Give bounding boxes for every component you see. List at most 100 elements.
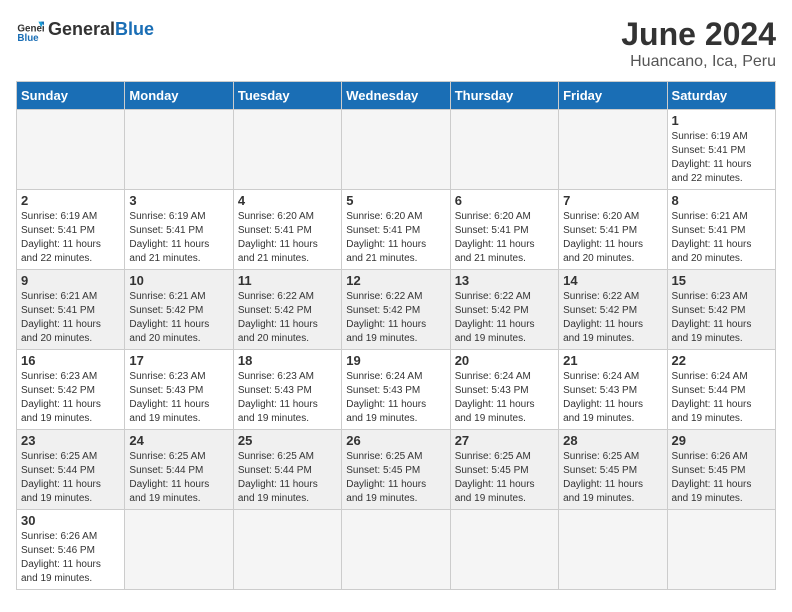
day-number: 8: [672, 193, 771, 208]
day-number: 28: [563, 433, 662, 448]
day-number: 30: [21, 513, 120, 528]
calendar-week-row: 2 Sunrise: 6:19 AM Sunset: 5:41 PM Daylig…: [17, 190, 776, 270]
calendar-cell: [450, 510, 558, 590]
day-info: Sunrise: 6:23 AM Sunset: 5:43 PM Dayligh…: [129, 370, 228, 426]
day-number: 21: [563, 353, 662, 368]
day-header-sunday: Sunday: [17, 82, 125, 110]
day-number: 23: [21, 433, 120, 448]
calendar-week-row: 1 Sunrise: 6:19 AM Sunset: 5:41 PM Daylig…: [17, 110, 776, 190]
page-header: General Blue GeneralBlue June 2024 Huanc…: [16, 16, 776, 71]
logo-text: GeneralBlue: [48, 20, 154, 40]
calendar-cell: 18Sunrise: 6:23 AM Sunset: 5:43 PM Dayli…: [233, 350, 341, 430]
day-info: Sunrise: 6:19 AM Sunset: 5:41 PM Dayligh…: [129, 210, 228, 266]
calendar-cell: 1 Sunrise: 6:19 AM Sunset: 5:41 PM Daylig…: [667, 110, 775, 190]
day-number: 13: [455, 273, 554, 288]
day-number: 2: [21, 193, 120, 208]
day-number: 17: [129, 353, 228, 368]
day-info: Sunrise: 6:21 AM Sunset: 5:41 PM Dayligh…: [672, 210, 771, 266]
day-info: Sunrise: 6:24 AM Sunset: 5:43 PM Dayligh…: [455, 370, 554, 426]
day-number: 27: [455, 433, 554, 448]
day-header-saturday: Saturday: [667, 82, 775, 110]
calendar-cell: [559, 510, 667, 590]
calendar-cell: 9Sunrise: 6:21 AM Sunset: 5:41 PM Daylig…: [17, 270, 125, 350]
day-info: Sunrise: 6:25 AM Sunset: 5:45 PM Dayligh…: [563, 450, 662, 506]
day-info: Sunrise: 6:22 AM Sunset: 5:42 PM Dayligh…: [238, 290, 337, 346]
day-header-tuesday: Tuesday: [233, 82, 341, 110]
calendar-cell: 24 Sunrise: 6:25 AM Sunset: 5:44 PM Dayli…: [125, 430, 233, 510]
day-number: 5: [346, 193, 445, 208]
calendar-header-row: SundayMondayTuesdayWednesdayThursdayFrid…: [17, 82, 776, 110]
calendar-cell: [233, 110, 341, 190]
calendar-cell: [559, 110, 667, 190]
calendar-cell: [342, 110, 450, 190]
calendar-cell: 11Sunrise: 6:22 AM Sunset: 5:42 PM Dayli…: [233, 270, 341, 350]
calendar-cell: 20 Sunrise: 6:24 AM Sunset: 5:43 PM Dayli…: [450, 350, 558, 430]
calendar-cell: 30 Sunrise: 6:26 AM Sunset: 5:46 PM Dayli…: [17, 510, 125, 590]
calendar-cell: 3Sunrise: 6:19 AM Sunset: 5:41 PM Daylig…: [125, 190, 233, 270]
day-header-wednesday: Wednesday: [342, 82, 450, 110]
calendar-cell: 15 Sunrise: 6:23 AM Sunset: 5:42 PM Dayli…: [667, 270, 775, 350]
calendar-week-row: 23 Sunrise: 6:25 AM Sunset: 5:44 PM Dayli…: [17, 430, 776, 510]
day-info: Sunrise: 6:20 AM Sunset: 5:41 PM Dayligh…: [563, 210, 662, 266]
calendar-cell: 17 Sunrise: 6:23 AM Sunset: 5:43 PM Dayli…: [125, 350, 233, 430]
day-info: Sunrise: 6:20 AM Sunset: 5:41 PM Dayligh…: [346, 210, 445, 266]
day-info: Sunrise: 6:26 AM Sunset: 5:46 PM Dayligh…: [21, 530, 120, 586]
day-info: Sunrise: 6:20 AM Sunset: 5:41 PM Dayligh…: [238, 210, 337, 266]
day-number: 22: [672, 353, 771, 368]
title-block: June 2024 Huancano, Ica, Peru: [621, 16, 776, 71]
month-title: June 2024: [621, 16, 776, 53]
calendar-cell: 5 Sunrise: 6:20 AM Sunset: 5:41 PM Daylig…: [342, 190, 450, 270]
day-number: 9: [21, 273, 120, 288]
day-info: Sunrise: 6:23 AM Sunset: 5:42 PM Dayligh…: [672, 290, 771, 346]
day-number: 7: [563, 193, 662, 208]
day-number: 18: [238, 353, 337, 368]
day-info: Sunrise: 6:20 AM Sunset: 5:41 PM Dayligh…: [455, 210, 554, 266]
calendar-cell: 29Sunrise: 6:26 AM Sunset: 5:45 PM Dayli…: [667, 430, 775, 510]
calendar-week-row: 30 Sunrise: 6:26 AM Sunset: 5:46 PM Dayli…: [17, 510, 776, 590]
day-number: 15: [672, 273, 771, 288]
day-info: Sunrise: 6:25 AM Sunset: 5:44 PM Dayligh…: [21, 450, 120, 506]
day-info: Sunrise: 6:22 AM Sunset: 5:42 PM Dayligh…: [455, 290, 554, 346]
day-info: Sunrise: 6:19 AM Sunset: 5:41 PM Dayligh…: [672, 130, 771, 186]
day-info: Sunrise: 6:25 AM Sunset: 5:44 PM Dayligh…: [129, 450, 228, 506]
day-info: Sunrise: 6:23 AM Sunset: 5:42 PM Dayligh…: [21, 370, 120, 426]
calendar-cell: 6Sunrise: 6:20 AM Sunset: 5:41 PM Daylig…: [450, 190, 558, 270]
day-number: 29: [672, 433, 771, 448]
day-number: 4: [238, 193, 337, 208]
calendar-cell: 10 Sunrise: 6:21 AM Sunset: 5:42 PM Dayli…: [125, 270, 233, 350]
day-number: 20: [455, 353, 554, 368]
day-header-monday: Monday: [125, 82, 233, 110]
calendar-cell: [125, 110, 233, 190]
calendar-cell: [450, 110, 558, 190]
calendar-cell: [342, 510, 450, 590]
day-info: Sunrise: 6:24 AM Sunset: 5:44 PM Dayligh…: [672, 370, 771, 426]
day-info: Sunrise: 6:25 AM Sunset: 5:45 PM Dayligh…: [455, 450, 554, 506]
day-info: Sunrise: 6:24 AM Sunset: 5:43 PM Dayligh…: [346, 370, 445, 426]
day-number: 16: [21, 353, 120, 368]
calendar-cell: [125, 510, 233, 590]
day-number: 14: [563, 273, 662, 288]
day-number: 10: [129, 273, 228, 288]
calendar-cell: 23 Sunrise: 6:25 AM Sunset: 5:44 PM Dayli…: [17, 430, 125, 510]
calendar-cell: 12Sunrise: 6:22 AM Sunset: 5:42 PM Dayli…: [342, 270, 450, 350]
logo: General Blue GeneralBlue: [16, 16, 154, 44]
calendar-cell: 21Sunrise: 6:24 AM Sunset: 5:43 PM Dayli…: [559, 350, 667, 430]
svg-text:Blue: Blue: [17, 33, 39, 44]
calendar-cell: 26 Sunrise: 6:25 AM Sunset: 5:45 PM Dayli…: [342, 430, 450, 510]
day-number: 26: [346, 433, 445, 448]
day-number: 1: [672, 113, 771, 128]
calendar-week-row: 9Sunrise: 6:21 AM Sunset: 5:41 PM Daylig…: [17, 270, 776, 350]
day-info: Sunrise: 6:22 AM Sunset: 5:42 PM Dayligh…: [346, 290, 445, 346]
calendar-cell: 4 Sunrise: 6:20 AM Sunset: 5:41 PM Daylig…: [233, 190, 341, 270]
day-info: Sunrise: 6:25 AM Sunset: 5:44 PM Dayligh…: [238, 450, 337, 506]
calendar-cell: 14 Sunrise: 6:22 AM Sunset: 5:42 PM Dayli…: [559, 270, 667, 350]
day-number: 25: [238, 433, 337, 448]
calendar-cell: 16 Sunrise: 6:23 AM Sunset: 5:42 PM Dayli…: [17, 350, 125, 430]
calendar-cell: 25 Sunrise: 6:25 AM Sunset: 5:44 PM Dayli…: [233, 430, 341, 510]
calendar-week-row: 16 Sunrise: 6:23 AM Sunset: 5:42 PM Dayli…: [17, 350, 776, 430]
day-info: Sunrise: 6:21 AM Sunset: 5:42 PM Dayligh…: [129, 290, 228, 346]
day-info: Sunrise: 6:22 AM Sunset: 5:42 PM Dayligh…: [563, 290, 662, 346]
day-number: 24: [129, 433, 228, 448]
day-info: Sunrise: 6:25 AM Sunset: 5:45 PM Dayligh…: [346, 450, 445, 506]
calendar-cell: 27 Sunrise: 6:25 AM Sunset: 5:45 PM Dayli…: [450, 430, 558, 510]
